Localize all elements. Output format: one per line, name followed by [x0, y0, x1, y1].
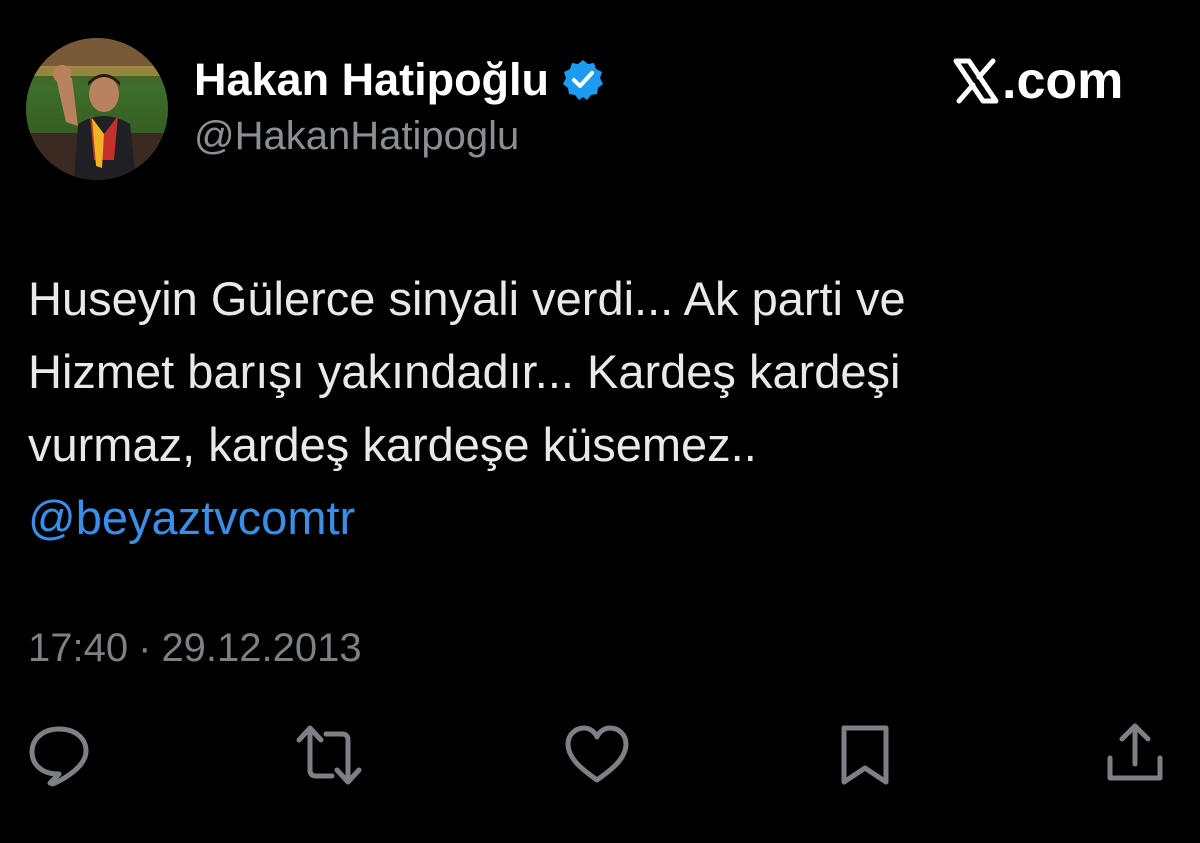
brand-logo: .com	[952, 52, 1123, 110]
author-name-row: Hakan Hatipoğlu	[194, 52, 605, 108]
tweet-text-line: Hizmet barışı yakındadır... Kardeş karde…	[28, 345, 901, 398]
x-logo-icon	[952, 57, 1000, 105]
bookmark-button[interactable]	[830, 720, 900, 790]
tweet-text: Huseyin Gülerce sinyali verdi... Ak part…	[28, 262, 1148, 554]
avatar-photo	[26, 38, 168, 180]
retweet-button[interactable]	[294, 720, 364, 790]
brand-domain-text: .com	[1002, 52, 1124, 110]
like-icon	[565, 725, 629, 783]
author-handle[interactable]: @HakanHatipoglu	[194, 114, 519, 159]
author-display-name[interactable]: Hakan Hatipoğlu	[194, 54, 549, 106]
action-bar	[0, 720, 1200, 790]
share-button[interactable]	[1100, 720, 1170, 790]
reply-button[interactable]	[24, 720, 94, 790]
timestamp-separator: ·	[138, 626, 152, 670]
tweet-time: 17:40	[28, 626, 129, 670]
verified-badge-icon	[561, 58, 605, 102]
bookmark-icon	[841, 725, 889, 785]
tweet-timestamp[interactable]: 17:40 · 29.12.2013	[28, 626, 362, 671]
avatar[interactable]	[26, 38, 168, 180]
retweet-icon	[296, 725, 362, 785]
share-icon	[1107, 723, 1163, 781]
mention-link[interactable]: @beyaztvcomtr	[28, 481, 1148, 554]
reply-icon	[29, 726, 89, 787]
tweet-date: 29.12.2013	[161, 626, 362, 670]
tweet-text-line: vurmaz, kardeş kardeşe küsemez..	[28, 418, 757, 471]
like-button[interactable]	[562, 720, 632, 790]
tweet-text-line: Huseyin Gülerce sinyali verdi... Ak part…	[28, 272, 906, 325]
